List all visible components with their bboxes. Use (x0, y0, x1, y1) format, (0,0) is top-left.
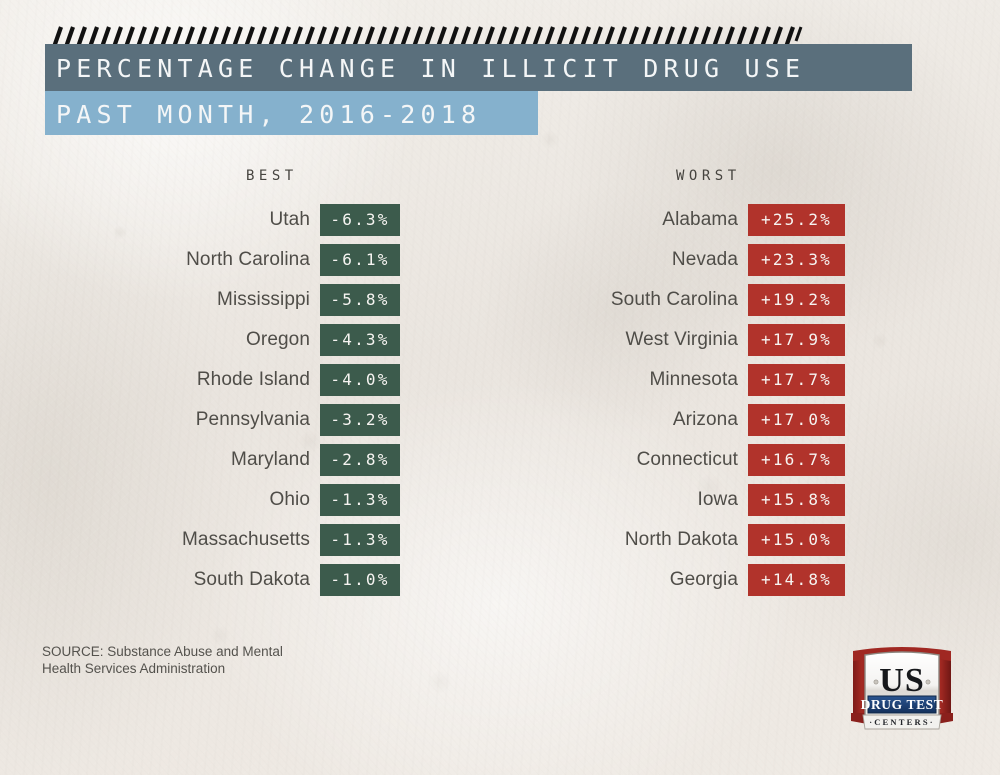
value-badge: +15.8% (748, 484, 845, 516)
list-item: Alabama +25.2% (430, 200, 845, 240)
state-label: Oregon (246, 329, 310, 350)
state-label: West Virginia (625, 329, 738, 350)
state-label: North Carolina (186, 249, 310, 270)
best-states-list: Utah -6.3% North Carolina -6.1% Mississi… (0, 200, 400, 600)
state-label: South Carolina (610, 289, 738, 310)
value-badge: +17.7% (748, 364, 845, 396)
worst-states-list: Alabama +25.2% Nevada +23.3% South Carol… (430, 200, 845, 600)
column-heading-best: BEST (246, 168, 298, 184)
value-badge: -5.8% (320, 284, 400, 316)
state-label: Massachusetts (181, 529, 310, 550)
list-item: West Virginia +17.9% (430, 320, 845, 360)
state-label: Connecticut (636, 449, 738, 470)
list-item: Ohio -1.3% (0, 480, 400, 520)
value-badge: -3.2% (320, 404, 400, 436)
list-item: Rhode Island -4.0% (0, 360, 400, 400)
value-badge: -1.3% (320, 524, 400, 556)
value-badge: +15.0% (748, 524, 845, 556)
value-badge: +23.3% (748, 244, 845, 276)
state-label: Ohio (269, 489, 310, 510)
list-item: Minnesota +17.7% (430, 360, 845, 400)
value-badge: +14.8% (748, 564, 845, 596)
page-title-line-2: PAST MONTH, 2016-2018 (56, 100, 482, 129)
value-badge: +16.7% (748, 444, 845, 476)
value-badge: -4.0% (320, 364, 400, 396)
svg-text:DRUG TEST: DRUG TEST (861, 697, 944, 712)
state-label: Rhode Island (196, 369, 310, 390)
state-label: Arizona (672, 409, 738, 430)
state-label: Utah (269, 209, 310, 230)
state-label: Mississippi (217, 289, 310, 310)
list-item: North Dakota +15.0% (430, 520, 845, 560)
list-item: Georgia +14.8% (430, 560, 845, 600)
logo-badge-icon: US DRUG TEST ·CENTERS· (851, 647, 953, 730)
source-note-line-1: SOURCE: Substance Abuse and Mental (42, 644, 283, 659)
state-label: North Dakota (624, 529, 738, 550)
list-item: Iowa +15.8% (430, 480, 845, 520)
list-item: South Carolina +19.2% (430, 280, 845, 320)
infographic-canvas: PERCENTAGE CHANGE IN ILLICIT DRUG USE PA… (0, 0, 1000, 775)
state-label: Maryland (231, 449, 310, 470)
state-label: South Dakota (193, 569, 310, 590)
state-label: Georgia (669, 569, 738, 590)
page-title-line-1: PERCENTAGE CHANGE IN ILLICIT DRUG USE (56, 54, 806, 83)
svg-text:·CENTERS·: ·CENTERS· (869, 717, 935, 727)
list-item: North Carolina -6.1% (0, 240, 400, 280)
list-item: Utah -6.3% (0, 200, 400, 240)
value-badge: -6.3% (320, 204, 400, 236)
value-badge: -6.1% (320, 244, 400, 276)
svg-text:US: US (879, 662, 924, 699)
value-badge: -1.3% (320, 484, 400, 516)
list-item: Pennsylvania -3.2% (0, 400, 400, 440)
list-item: Maryland -2.8% (0, 440, 400, 480)
value-badge: +25.2% (748, 204, 845, 236)
state-label: Nevada (671, 249, 738, 270)
column-heading-worst: WORST (676, 168, 741, 184)
list-item: South Dakota -1.0% (0, 560, 400, 600)
list-item: Arizona +17.0% (430, 400, 845, 440)
value-badge: -1.0% (320, 564, 400, 596)
list-item: Massachusetts -1.3% (0, 520, 400, 560)
list-item: Connecticut +16.7% (430, 440, 845, 480)
state-label: Pennsylvania (195, 409, 310, 430)
value-badge: -4.3% (320, 324, 400, 356)
list-item: Mississippi -5.8% (0, 280, 400, 320)
source-note: SOURCE: Substance Abuse and Mental Healt… (42, 643, 342, 677)
source-note-line-2: Health Services Administration (42, 661, 226, 676)
state-label: Alabama (662, 209, 738, 230)
state-label: Minnesota (649, 369, 738, 390)
list-item: Oregon -4.3% (0, 320, 400, 360)
value-badge: +17.9% (748, 324, 845, 356)
value-badge: -2.8% (320, 444, 400, 476)
state-label: Iowa (697, 489, 738, 510)
us-drug-test-centers-logo[interactable]: US DRUG TEST ·CENTERS· (843, 641, 961, 735)
value-badge: +17.0% (748, 404, 845, 436)
list-item: Nevada +23.3% (430, 240, 845, 280)
value-badge: +19.2% (748, 284, 845, 316)
